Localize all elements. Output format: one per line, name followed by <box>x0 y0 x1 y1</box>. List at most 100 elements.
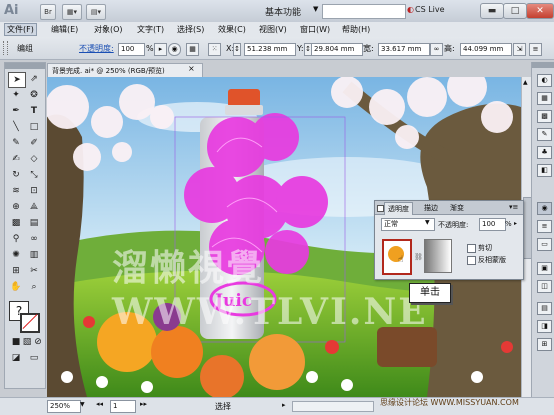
color-panel-icon[interactable]: ◐ <box>537 74 552 87</box>
dock-collapse-icon[interactable] <box>532 62 554 68</box>
align-panel-icon[interactable]: ▤ <box>537 302 552 315</box>
color-guide-icon[interactable]: ▦ <box>537 92 552 105</box>
slice-tool-icon[interactable]: ✂ <box>26 264 42 278</box>
pathfinder-panel-icon[interactable]: ◨ <box>537 320 552 333</box>
lasso-tool-icon[interactable]: ❂ <box>26 88 42 102</box>
layers-panel-icon[interactable]: ◫ <box>537 280 552 293</box>
brushes-panel-icon[interactable]: ✎ <box>537 128 552 141</box>
selection-tool-icon[interactable]: ➤ <box>8 72 26 88</box>
first-artboard-icon[interactable]: ◂◂ <box>96 400 103 408</box>
cs-live-button[interactable]: CS Live <box>415 5 445 14</box>
tab-stroke[interactable]: 描边 <box>421 202 441 214</box>
type-tool-icon[interactable]: T <box>26 104 42 118</box>
blend-mode-dropdown-icon[interactable]: ▼ <box>425 219 430 226</box>
mesh-tool-icon[interactable]: ▩ <box>8 216 24 230</box>
rotate-tool-icon[interactable]: ↻ <box>8 168 24 182</box>
menu-window[interactable]: 窗口(W) <box>298 24 332 35</box>
stroke-panel-icon[interactable]: ≡ <box>537 220 552 233</box>
none-mode-icon[interactable]: ⊘ <box>30 335 46 349</box>
bridge-button[interactable]: Br <box>40 4 56 20</box>
reference-point-icon[interactable]: ⁙ <box>208 43 221 56</box>
draw-mode-icon[interactable]: ◪ <box>8 351 24 365</box>
y-field[interactable]: 29.804 mm <box>311 43 363 56</box>
workspace-dropdown-icon[interactable]: ▼ <box>313 5 318 13</box>
gradient-tool-icon[interactable]: ▤ <box>26 216 42 230</box>
menu-type[interactable]: 文字(T) <box>135 24 166 35</box>
clip-checkbox[interactable] <box>467 244 476 253</box>
transform-panel-icon[interactable]: ⊞ <box>537 338 552 351</box>
close-button[interactable]: ✕ <box>526 3 554 19</box>
panel-opacity-field[interactable]: 100 <box>479 218 506 231</box>
opacity-link[interactable]: 不透明度: <box>79 44 114 53</box>
eyedropper-tool-icon[interactable]: ⚲ <box>8 232 24 246</box>
zoom-dropdown-icon[interactable]: ▼ <box>80 401 85 408</box>
arrange-docs-button[interactable]: ▦▾ <box>62 4 82 20</box>
rectangle-tool-icon[interactable]: □ <box>26 120 42 134</box>
align-options-icon[interactable]: ▦ <box>186 43 199 56</box>
tab-transparency[interactable]: 透明度 <box>384 202 413 215</box>
opacity-field[interactable]: 100 <box>118 43 145 56</box>
width-field[interactable]: 33.617 mm <box>378 43 430 56</box>
search-input[interactable] <box>322 4 406 19</box>
graphic-styles-icon[interactable]: ◧ <box>537 164 552 177</box>
appearance-panel-icon[interactable]: ▣ <box>537 262 552 275</box>
grip-handle[interactable] <box>3 41 8 55</box>
screen-mode-icon[interactable]: ▭ <box>26 351 42 365</box>
tools-panel-header[interactable] <box>5 63 45 69</box>
blend-tool-icon[interactable]: ∞ <box>26 232 42 246</box>
opacity-dropdown-icon[interactable]: ▸ <box>154 43 167 56</box>
transform-icon[interactable]: ⇲ <box>513 43 526 56</box>
document-close-icon[interactable]: × <box>188 64 195 73</box>
shape-builder-tool-icon[interactable]: ⊕ <box>8 200 24 214</box>
menu-object[interactable]: 对象(O) <box>92 24 125 35</box>
menu-help[interactable]: 帮助(H) <box>340 24 372 35</box>
tab-gradient[interactable]: 渐变 <box>447 202 467 214</box>
horizontal-scrollbar[interactable] <box>292 401 374 412</box>
stroke-swatch-icon[interactable] <box>20 313 40 333</box>
zoom-tool-icon[interactable]: ⌕ <box>26 280 42 294</box>
workspace-switcher[interactable]: 基本功能 <box>265 5 301 18</box>
panel-menu-icon[interactable]: ▾≡ <box>509 203 518 211</box>
menu-view[interactable]: 视图(V) <box>257 24 289 35</box>
free-transform-tool-icon[interactable]: ⊡ <box>26 184 42 198</box>
recolor-icon[interactable]: ◉ <box>168 43 181 56</box>
eraser-tool-icon[interactable]: ◇ <box>26 152 42 166</box>
control-menu-icon[interactable]: ≡ <box>529 43 542 56</box>
warp-tool-icon[interactable]: ≋ <box>8 184 24 198</box>
height-field[interactable]: 44.099 mm <box>460 43 512 56</box>
invert-mask-checkbox[interactable] <box>467 256 476 265</box>
menu-effect[interactable]: 效果(C) <box>216 24 248 35</box>
pen-tool-icon[interactable]: ✒ <box>8 104 24 118</box>
view-options-button[interactable]: ▤▾ <box>86 4 106 20</box>
x-field[interactable]: 51.238 mm <box>244 43 296 56</box>
x-stepper-icon[interactable]: ↕ <box>233 43 241 56</box>
symbols-panel-icon[interactable]: ♣ <box>537 146 552 159</box>
maximize-button[interactable]: □ <box>503 3 527 19</box>
menu-file[interactable]: 文件(F) <box>4 23 37 36</box>
line-tool-icon[interactable]: ╲ <box>8 120 24 134</box>
direct-selection-tool-icon[interactable]: ⇗ <box>26 72 42 86</box>
transparency-panel-icon[interactable]: ◉ <box>537 202 552 215</box>
menu-select[interactable]: 选择(S) <box>175 24 206 35</box>
object-thumbnail[interactable]: ☝ <box>382 239 412 275</box>
gradient-panel-icon[interactable]: ▭ <box>537 238 552 251</box>
constrain-link-icon[interactable]: ∞ <box>430 43 443 56</box>
scroll-up-icon[interactable]: ▲ <box>523 79 530 87</box>
menu-edit[interactable]: 编辑(E) <box>49 24 80 35</box>
mask-link-icon[interactable]: ⛓ <box>414 253 423 261</box>
perspective-tool-icon[interactable]: ⟁ <box>26 200 42 214</box>
symbol-sprayer-tool-icon[interactable]: ✺ <box>8 248 24 262</box>
graph-tool-icon[interactable]: ▥ <box>26 248 42 262</box>
pencil-tool-icon[interactable]: ✐ <box>26 136 42 150</box>
next-artboard-icon[interactable]: ▸▸ <box>140 400 147 408</box>
swatches-panel-icon[interactable]: ▩ <box>537 110 552 123</box>
panel-opacity-dropdown-icon[interactable]: ▸ <box>514 220 517 227</box>
artboard-tool-icon[interactable]: ⊞ <box>8 264 24 278</box>
mask-thumbnail[interactable] <box>424 239 452 273</box>
status-menu-icon[interactable]: ▸ <box>282 401 286 409</box>
magic-wand-tool-icon[interactable]: ✦ <box>8 88 24 102</box>
blob-brush-tool-icon[interactable]: ✍ <box>8 152 24 166</box>
panel-options-icon[interactable] <box>377 205 384 212</box>
scale-tool-icon[interactable]: ⤡ <box>26 168 42 182</box>
document-tab[interactable]: 背景完成. ai* @ 250% (RGB/预览) <box>47 63 203 78</box>
